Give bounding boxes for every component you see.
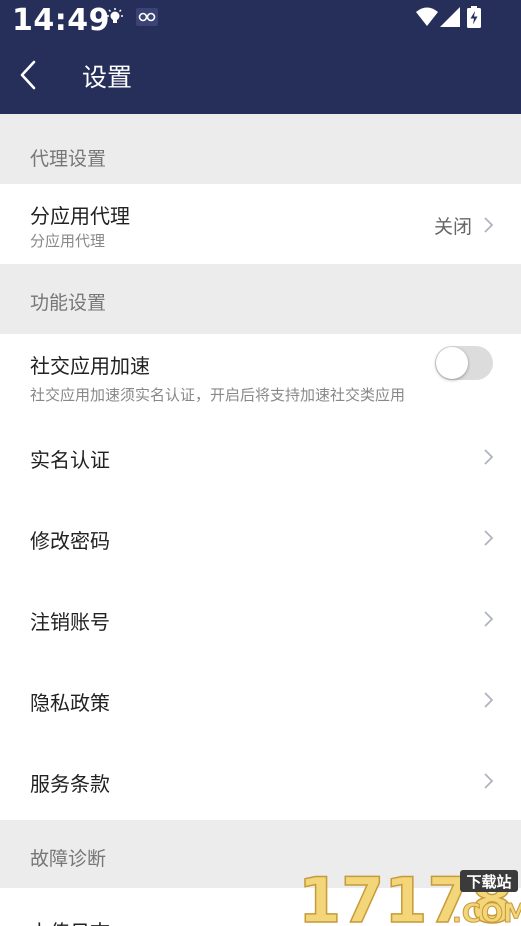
toggle-knob [436, 347, 468, 379]
split-proxy-value: 关闭 [433, 216, 472, 238]
terms-label: 服务条款 [30, 772, 110, 796]
change-password-label: 修改密码 [30, 529, 110, 553]
split-proxy-subtitle: 分应用代理 [30, 232, 106, 250]
signal-icon [440, 7, 460, 27]
section-title-function: 功能设置 [30, 292, 107, 314]
wifi-icon [416, 7, 438, 26]
back-arrow-icon[interactable] [14, 56, 48, 94]
lightbulb-icon [107, 8, 123, 23]
chevron-right-icon [484, 449, 494, 465]
chevron-right-icon [484, 611, 494, 627]
function-list: 实名认证 修改密码 注销账号 隐私政策 服务条款 [0, 408, 521, 820]
page-title: 设置 [82, 63, 133, 92]
watermark-domain: .COM [452, 899, 521, 926]
watermark-tag: 下载站 [466, 873, 511, 891]
list-item-change-password[interactable]: 修改密码 [0, 489, 521, 570]
list-item-terms-of-service[interactable]: 服务条款 [0, 732, 521, 820]
social-accel-subtitle: 社交应用加速须实名认证，开启后将支持加速社交类应用 [30, 386, 406, 404]
social-accel-label: 社交应用加速 [30, 354, 150, 378]
list-item-real-name[interactable]: 实名认证 [0, 408, 521, 489]
split-proxy-row[interactable]: 分应用代理 分应用代理 关闭 [0, 184, 521, 264]
social-accel-toggle[interactable] [435, 346, 493, 380]
vpn-icon [136, 8, 158, 26]
site-watermark-logo: 17178 下载站 .COM [297, 864, 521, 926]
list-item-delete-account[interactable]: 注销账号 [0, 570, 521, 651]
split-proxy-label: 分应用代理 [30, 204, 130, 228]
chevron-right-icon [484, 217, 494, 233]
social-accel-row: 社交应用加速 社交应用加速须实名认证，开启后将支持加速社交类应用 [0, 334, 521, 408]
delete-account-label: 注销账号 [30, 610, 110, 634]
section-title-proxy: 代理设置 [30, 148, 107, 170]
upload-log-label: 上传日志 [30, 916, 110, 926]
section-title-diagnosis: 故障诊断 [30, 848, 107, 870]
real-name-label: 实名认证 [30, 448, 110, 472]
status-bar: 14:49 [0, 0, 521, 44]
chevron-right-icon [484, 773, 494, 789]
section-header-proxy: 代理设置 [0, 120, 521, 188]
privacy-policy-label: 隐私政策 [30, 691, 110, 715]
app-header: 14:49 设置 [0, 0, 521, 114]
chevron-right-icon [484, 692, 494, 708]
section-header-function: 功能设置 [0, 264, 521, 332]
list-item-privacy-policy[interactable]: 隐私政策 [0, 651, 521, 732]
chevron-right-icon [484, 530, 494, 546]
battery-icon [467, 6, 481, 28]
status-time: 14:49 [12, 3, 110, 38]
